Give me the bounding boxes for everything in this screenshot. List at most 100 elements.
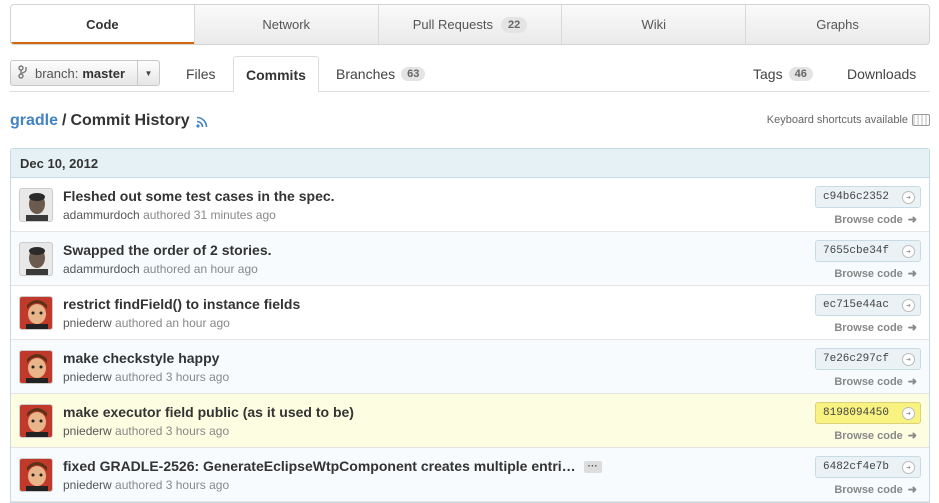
arrow-right-circle-icon: ➔ [902, 299, 915, 312]
avatar[interactable] [19, 188, 53, 222]
commit-author[interactable]: pniederw [63, 478, 112, 492]
browse-code-link[interactable]: Browse code ➜ [834, 267, 917, 281]
commit-sha-button[interactable]: 8198094450 ➔ [815, 402, 921, 424]
commit-meta: adammurdoch authored 31 minutes ago [63, 208, 276, 222]
files-link[interactable]: Files [186, 56, 216, 92]
commit-time: authored 3 hours ago [115, 370, 230, 384]
tab-label: Network [262, 17, 311, 32]
downloads-link[interactable]: Downloads [847, 56, 916, 92]
browse-code-link[interactable]: Browse code ➜ [834, 213, 917, 227]
commit-meta: pniederw authored an hour ago [63, 316, 230, 330]
commit-author[interactable]: pniederw [63, 424, 112, 438]
commit-sha-button[interactable]: ec715e44ac ➔ [815, 294, 921, 316]
sub-navigation: branch: master ▼ Files Commits Branches … [10, 56, 930, 93]
commit-sha: ec715e44ac [823, 299, 890, 311]
commit-row: make checkstyle happy pniederw authored … [11, 340, 929, 394]
title-separator: / [62, 112, 67, 129]
commit-time: authored an hour ago [115, 316, 230, 330]
tab-graphs[interactable]: Graphs [746, 5, 929, 44]
browse-code-link[interactable]: Browse code ➜ [834, 321, 917, 335]
branch-prefix: branch: [35, 65, 79, 81]
arrow-right-icon: ➜ [907, 484, 917, 496]
commit-sha: 6482cf4e7b [823, 461, 890, 473]
tags-label: Tags [753, 66, 783, 82]
commit-author[interactable]: pniederw [63, 370, 112, 384]
repo-tabs: Code Network Pull Requests 22 Wiki Graphs [10, 4, 930, 45]
tab-label: Code [86, 17, 119, 32]
commit-sha-button[interactable]: c94b6c2352 ➔ [815, 186, 921, 208]
avatar[interactable] [19, 404, 53, 438]
commit-sha: 7655cbe34f [823, 245, 890, 257]
commit-author[interactable]: pniederw [63, 316, 112, 330]
tab-label: Wiki [641, 17, 667, 32]
tags-link[interactable]: Tags 46 [753, 56, 813, 92]
commit-history-title: Commit History [70, 112, 190, 129]
commit-sha-button[interactable]: 7e26c297cf ➔ [815, 348, 921, 370]
avatar[interactable] [19, 242, 53, 276]
avatar[interactable] [19, 296, 53, 330]
commits-link[interactable]: Commits [233, 56, 319, 93]
branches-link[interactable]: Branches 63 [336, 56, 426, 92]
commit-meta: pniederw authored 3 hours ago [63, 370, 229, 384]
tags-count: 46 [788, 67, 813, 81]
commit-row: restrict findField() to instance fields … [11, 286, 929, 340]
browse-code-label: Browse code [834, 321, 903, 334]
browse-code-label: Browse code [834, 267, 903, 280]
pull-requests-count: 22 [500, 16, 528, 33]
commit-time: authored 3 hours ago [115, 478, 230, 492]
commit-meta: pniederw authored 3 hours ago [63, 424, 229, 438]
commit-message[interactable]: Swapped the order of 2 stories. [63, 242, 272, 258]
commit-row: make executor field public (as it used t… [11, 394, 929, 448]
browse-code-label: Browse code [834, 429, 903, 442]
avatar[interactable] [19, 350, 53, 384]
page-title: gradle / Commit History [10, 112, 208, 130]
repo-link[interactable]: gradle [10, 112, 58, 130]
browse-code-link[interactable]: Browse code ➜ [834, 375, 917, 389]
branch-name: master [82, 65, 126, 81]
commit-message[interactable]: make checkstyle happy [63, 350, 219, 366]
branch-selector[interactable]: branch: master ▼ [10, 60, 160, 86]
tab-pull-requests[interactable]: Pull Requests 22 [379, 5, 563, 44]
commit-time: authored an hour ago [143, 262, 258, 276]
arrow-right-icon: ➜ [907, 430, 917, 442]
browse-code-label: Browse code [834, 375, 903, 388]
commit-message-text: fixed GRADLE-2526: GenerateEclipseWtpCom… [63, 458, 576, 474]
commit-sha-button[interactable]: 6482cf4e7b ➔ [815, 456, 921, 478]
keyboard-shortcuts-link[interactable]: Keyboard shortcuts available [767, 114, 930, 126]
commit-time: authored 31 minutes ago [143, 208, 276, 222]
rss-icon[interactable] [195, 115, 208, 128]
commit-message[interactable]: Fleshed out some test cases in the spec. [63, 188, 335, 204]
commit-time: authored 3 hours ago [115, 424, 230, 438]
arrow-right-circle-icon: ➔ [902, 461, 915, 474]
commit-sha: 7e26c297cf [823, 353, 890, 365]
arrow-right-icon: ➜ [907, 322, 917, 334]
arrow-right-icon: ➜ [907, 376, 917, 388]
commit-group-date: Dec 10, 2012 [11, 149, 929, 178]
tab-wiki[interactable]: Wiki [562, 5, 747, 44]
browse-code-link[interactable]: Browse code ➜ [834, 429, 917, 443]
arrow-right-circle-icon: ➔ [902, 245, 915, 258]
branches-count: 63 [401, 67, 426, 81]
keyboard-shortcuts-label: Keyboard shortcuts available [766, 114, 908, 126]
commit-sha-button[interactable]: 7655cbe34f ➔ [815, 240, 921, 262]
commit-author[interactable]: adammurdoch [63, 262, 140, 276]
commit-sha: 8198094450 [823, 407, 890, 419]
tab-label: Pull Requests [412, 17, 493, 32]
commit-message[interactable]: make executor field public (as it used t… [63, 404, 354, 420]
branches-label: Branches [336, 66, 396, 82]
arrow-right-icon: ➜ [907, 214, 917, 226]
tab-label: Graphs [816, 17, 859, 32]
commit-message[interactable]: restrict findField() to instance fields [63, 296, 300, 312]
tab-network[interactable]: Network [195, 5, 379, 44]
browse-code-link[interactable]: Browse code ➜ [834, 483, 917, 497]
commit-author[interactable]: adammurdoch [63, 208, 140, 222]
avatar[interactable] [19, 458, 53, 492]
tab-code[interactable]: Code [11, 5, 195, 44]
commit-message[interactable]: fixed GRADLE-2526: GenerateEclipseWtpCom… [63, 458, 602, 474]
arrow-right-circle-icon: ➔ [902, 191, 915, 204]
commit-meta: pniederw authored 3 hours ago [63, 478, 229, 492]
browse-code-label: Browse code [834, 483, 903, 496]
commit-meta: adammurdoch authored an hour ago [63, 262, 258, 276]
arrow-right-icon: ➜ [907, 268, 917, 280]
expand-message-button[interactable]: ··· [583, 461, 602, 474]
